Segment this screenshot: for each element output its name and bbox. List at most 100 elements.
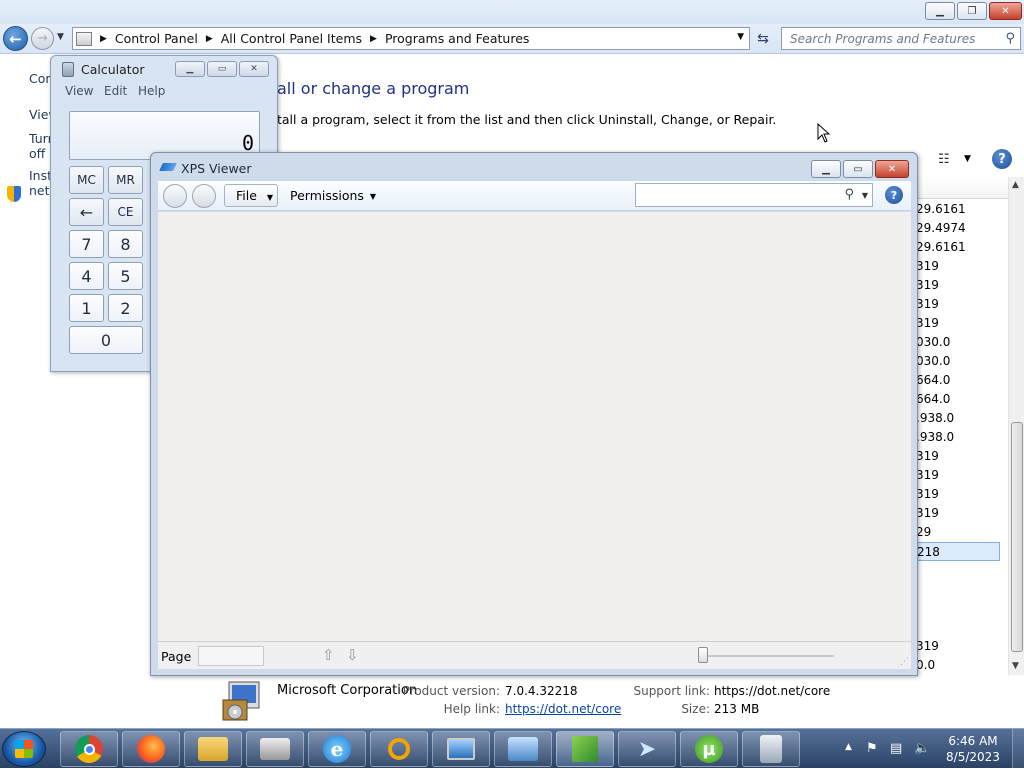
list-item[interactable]: 030.0 — [916, 352, 1000, 371]
close-button[interactable]: ✕ — [989, 2, 1022, 20]
taskbar-firefox[interactable] — [122, 731, 180, 767]
calculator-titlebar[interactable]: Calculator ▁ ▭ ✕ — [51, 56, 277, 82]
menu-help[interactable]: Help — [138, 84, 165, 98]
breadcrumb-all-items[interactable]: All Control Panel Items — [221, 31, 362, 46]
close-button[interactable]: ✕ — [875, 160, 909, 178]
key-4[interactable]: 4 — [69, 262, 104, 290]
breadcrumb-programs-features[interactable]: Programs and Features — [385, 31, 529, 46]
zoom-slider-track[interactable] — [704, 655, 834, 657]
volume-muted-icon[interactable]: 🔈 — [914, 741, 930, 756]
forward-button[interactable]: → — [31, 27, 54, 50]
back-button[interactable] — [163, 184, 187, 208]
key-2[interactable]: 2 — [108, 294, 143, 322]
scroll-up-icon[interactable]: ▲ — [1012, 180, 1019, 190]
list-item[interactable]: 319 — [916, 276, 1000, 295]
help-icon[interactable]: ? — [992, 149, 1012, 169]
key-mc[interactable]: MC — [69, 166, 104, 194]
list-item[interactable]: 0.0 — [916, 656, 1000, 675]
list-item[interactable]: 319 — [916, 504, 1000, 523]
list-item[interactable]: .938.0 — [916, 409, 1000, 428]
minimize-button[interactable]: ▁ — [175, 61, 205, 77]
file-menu-button[interactable]: File ▼ — [224, 184, 278, 207]
system-clock[interactable]: 6:46 AM 8/5/2023 — [944, 733, 1002, 765]
taskbar-internet-explorer[interactable]: e — [308, 731, 366, 767]
list-item[interactable]: 319 — [916, 466, 1000, 485]
search-options-dropdown-icon[interactable]: ▼ — [862, 191, 868, 200]
key-0[interactable]: 0 — [69, 326, 143, 354]
taskbar-chrome[interactable] — [60, 731, 118, 767]
list-item[interactable]: 319 — [916, 314, 1000, 333]
vertical-scrollbar[interactable]: ▲ ▼ — [1008, 177, 1024, 675]
forward-button[interactable] — [192, 184, 216, 208]
list-item[interactable]: 319 — [916, 295, 1000, 314]
show-hidden-icons-icon[interactable]: ▲ — [845, 742, 852, 752]
list-item[interactable]: 319 — [916, 257, 1000, 276]
chevron-right-icon[interactable]: ▶ — [370, 34, 377, 44]
taskbar-calculator[interactable] — [742, 731, 800, 767]
list-item[interactable]: 319 — [916, 637, 1000, 656]
address-bar[interactable]: ▶ Control Panel ▶ All Control Panel Item… — [72, 27, 750, 50]
key-ce[interactable]: CE — [108, 198, 143, 226]
list-item[interactable]: 29.4974 — [916, 219, 1000, 238]
key-backspace[interactable]: ← — [69, 198, 104, 226]
chevron-right-icon[interactable]: ▶ — [206, 34, 213, 44]
breadcrumb-control-panel[interactable]: Control Panel — [115, 31, 198, 46]
resize-grip-icon[interactable]: ⋰ — [900, 657, 909, 667]
search-icon[interactable]: ⚲ — [1005, 31, 1015, 46]
list-item[interactable]: 664.0 — [916, 371, 1000, 390]
key-mr[interactable]: MR — [108, 166, 143, 194]
list-item[interactable]: 030.0 — [916, 333, 1000, 352]
column-header-version[interactable] — [916, 177, 1008, 199]
page-number-input[interactable] — [198, 646, 264, 666]
action-center-icon[interactable]: ⚑ — [866, 741, 878, 756]
search-input[interactable]: Search Programs and Features ⚲ — [781, 27, 1021, 50]
list-item[interactable]: 29 — [916, 523, 1000, 542]
minimize-button[interactable]: ▁ — [811, 160, 841, 178]
taskbar-remote-desktop[interactable] — [432, 731, 490, 767]
key-8[interactable]: 8 — [108, 230, 143, 258]
find-input[interactable]: ⚲ ▼ — [635, 183, 873, 207]
key-7[interactable]: 7 — [69, 230, 104, 258]
menu-edit[interactable]: Edit — [104, 84, 127, 98]
taskbar-telegram[interactable]: ➤ — [618, 731, 676, 767]
menu-view[interactable]: View — [65, 84, 93, 98]
zoom-slider-thumb[interactable] — [698, 647, 708, 663]
taskbar-utorrent[interactable]: µ — [680, 731, 738, 767]
help-link[interactable]: https://dot.net/core — [505, 702, 621, 716]
list-item[interactable]: 319 — [916, 447, 1000, 466]
refresh-icon[interactable]: ⇆ — [752, 29, 774, 49]
xps-titlebar[interactable]: XPS Viewer ▁ ▭ ✕ — [151, 153, 917, 181]
search-icon[interactable]: ⚲ — [844, 187, 854, 202]
back-button[interactable]: ← — [3, 26, 28, 51]
recent-pages-dropdown[interactable]: ▼ — [57, 32, 64, 42]
task-link-windows-features-2[interactable]: off — [29, 146, 45, 161]
taskbar-search-app[interactable] — [370, 731, 428, 767]
next-page-icon[interactable]: ⇩ — [346, 646, 359, 664]
taskbar-printer[interactable] — [246, 731, 304, 767]
chevron-right-icon[interactable]: ▶ — [100, 34, 107, 44]
network-icon[interactable]: ▤ — [890, 741, 902, 756]
support-link[interactable]: https://dot.net/core — [714, 684, 830, 698]
taskbar-control-panel[interactable] — [494, 731, 552, 767]
scroll-down-icon[interactable]: ▼ — [1012, 661, 1019, 671]
help-icon[interactable]: ? — [885, 186, 903, 204]
taskbar-paint[interactable] — [556, 731, 614, 767]
previous-page-icon[interactable]: ⇧ — [322, 646, 335, 664]
list-item[interactable]: 29.6161 — [916, 200, 1000, 219]
permissions-menu-button[interactable]: Permissions ▼ — [284, 184, 380, 207]
list-item[interactable]: 664.0 — [916, 390, 1000, 409]
view-dropdown-icon[interactable]: ▼ — [964, 154, 971, 164]
scrollbar-thumb[interactable] — [1011, 422, 1023, 652]
start-button[interactable] — [2, 731, 46, 767]
maximize-button[interactable]: ▭ — [843, 160, 873, 178]
list-item[interactable]: .938.0 — [916, 428, 1000, 447]
minimize-button[interactable]: ▁ — [925, 2, 955, 20]
list-item[interactable]: 29.6161 — [916, 238, 1000, 257]
change-view-icon[interactable]: ☷ — [938, 152, 950, 167]
close-button[interactable]: ✕ — [239, 61, 269, 77]
list-item-selected[interactable]: 218 — [916, 542, 1000, 561]
maximize-button[interactable]: ❐ — [957, 2, 987, 20]
document-area[interactable] — [158, 212, 911, 641]
key-5[interactable]: 5 — [108, 262, 143, 290]
show-desktop-button[interactable] — [1012, 729, 1024, 769]
